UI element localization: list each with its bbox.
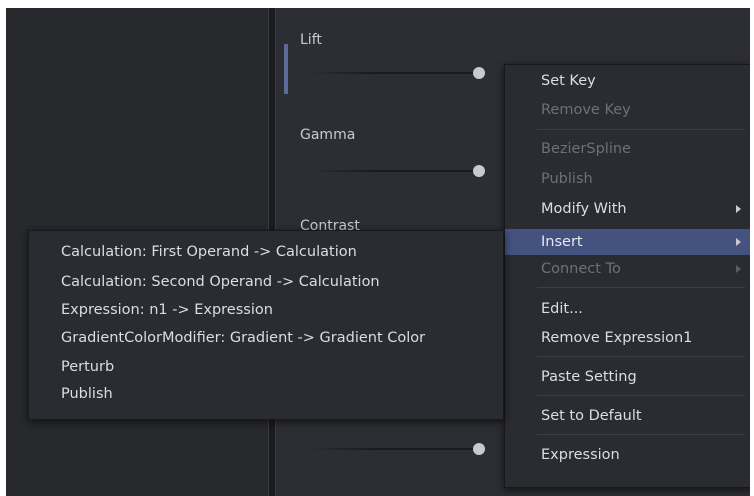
screenshot-frame: Lift Gamma Contrast Set Key Remove Key B… [0,0,754,496]
submenu-item-label: Calculation: Second Operand -> Calculati… [61,274,380,290]
menu-item-label: Remove Expression1 [541,330,693,346]
menu-separator [537,395,745,396]
lift-slider-handle[interactable] [473,67,485,79]
contrast-slider-track[interactable] [306,448,481,450]
menu-item-label: BezierSpline [541,141,631,157]
menu-item-paste-setting[interactable]: Paste Setting [505,364,750,390]
context-menu: Set Key Remove Key BezierSpline Publish … [504,64,750,488]
active-control-marker [284,44,288,94]
submenu-item-label: GradientColorModifier: Gradient -> Gradi… [61,330,426,346]
submenu-item-label: Expression: n1 -> Expression [61,302,273,318]
menu-item-label: Modify With [541,201,627,217]
gamma-slider-handle[interactable] [473,165,485,177]
gamma-slider-track[interactable] [306,170,481,172]
menu-item-set-to-default[interactable]: Set to Default [505,403,750,429]
menu-item-label: Publish [541,171,593,187]
submenu-item-gradient-color-modifier[interactable]: GradientColorModifier: Gradient -> Gradi… [29,325,503,351]
menu-separator [537,287,745,288]
fusion-window: Lift Gamma Contrast Set Key Remove Key B… [6,8,750,496]
menu-item-insert[interactable]: Insert [505,229,750,255]
menu-item-label: Set to Default [541,408,642,424]
submenu-arrow-icon [736,265,741,273]
contrast-slider-handle[interactable] [473,443,485,455]
menu-item-label: Edit... [541,301,583,317]
menu-item-label: Connect To [541,261,621,277]
submenu-arrow-icon [736,205,741,213]
menu-item-modify-with[interactable]: Modify With [505,196,750,222]
menu-item-remove-expression[interactable]: Remove Expression1 [505,325,750,351]
menu-item-label: Set Key [541,73,596,89]
submenu-item-expression-n1[interactable]: Expression: n1 -> Expression [29,297,503,323]
lift-slider-track[interactable] [306,72,481,74]
submenu-item-publish[interactable]: Publish [29,381,503,407]
submenu-arrow-icon [736,238,741,246]
submenu-item-calculation-second-operand[interactable]: Calculation: Second Operand -> Calculati… [29,269,503,295]
submenu-item-label: Calculation: First Operand -> Calculatio… [61,244,357,260]
menu-item-remove-key[interactable]: Remove Key [505,97,750,123]
param-label-gamma: Gamma [300,127,356,143]
menu-item-label: Insert [541,234,583,250]
menu-item-expression[interactable]: Expression [505,442,750,468]
menu-item-connect-to[interactable]: Connect To [505,256,750,282]
menu-item-label: Paste Setting [541,369,637,385]
menu-separator [537,434,745,435]
param-label-lift: Lift [300,32,322,48]
menu-item-label: Expression [541,447,620,463]
menu-item-label: Remove Key [541,102,631,118]
menu-separator [537,356,745,357]
submenu-item-label: Publish [61,386,113,402]
menu-item-publish[interactable]: Publish [505,166,750,192]
submenu-item-label: Perturb [61,359,115,375]
submenu-item-perturb[interactable]: Perturb [29,354,503,380]
menu-item-set-key[interactable]: Set Key [505,68,750,94]
menu-item-bezierspline[interactable]: BezierSpline [505,136,750,162]
submenu-item-calculation-first-operand[interactable]: Calculation: First Operand -> Calculatio… [29,239,503,265]
menu-separator [537,129,745,130]
insert-submenu: Calculation: First Operand -> Calculatio… [28,230,504,420]
menu-item-edit[interactable]: Edit... [505,296,750,322]
